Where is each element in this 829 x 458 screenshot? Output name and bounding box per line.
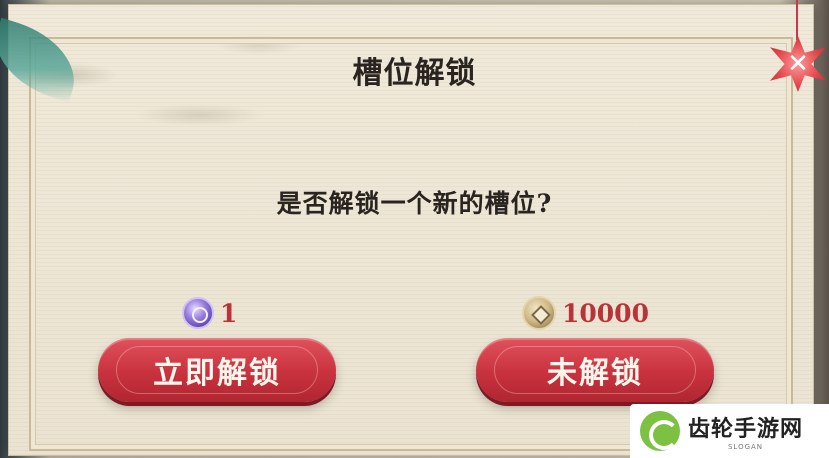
not-unlock-cost: 10000 — [522, 296, 649, 330]
close-button[interactable]: ✕ — [770, 36, 826, 92]
unlock-now-button-label: 立即解锁 — [153, 356, 281, 391]
site-watermark: 齿轮手游网 SLOGAN — [630, 404, 829, 458]
watermark-slogan: SLOGAN — [727, 443, 764, 451]
unlock-now-cost-value: 1 — [220, 298, 238, 328]
site-logo-icon — [640, 411, 680, 451]
watermark-name: 齿轮手游网 — [688, 417, 804, 442]
dialog-title: 槽位解锁 — [352, 56, 477, 91]
unlock-now-button[interactable]: 立即解锁 — [98, 338, 336, 402]
confirm-question: 是否解锁一个新的槽位? — [276, 189, 553, 218]
not-unlock-button-label: 未解锁 — [547, 356, 643, 391]
not-unlock-cost-value: 10000 — [562, 298, 649, 328]
gem-icon — [182, 297, 214, 329]
close-icon: ✕ — [787, 49, 809, 79]
coin-icon — [522, 296, 556, 330]
close-button-string — [796, 0, 798, 40]
not-unlock-button[interactable]: 未解锁 — [476, 338, 714, 402]
unlock-now-cost: 1 — [182, 296, 237, 330]
watermark-text: 齿轮手游网 SLOGAN — [688, 411, 803, 451]
